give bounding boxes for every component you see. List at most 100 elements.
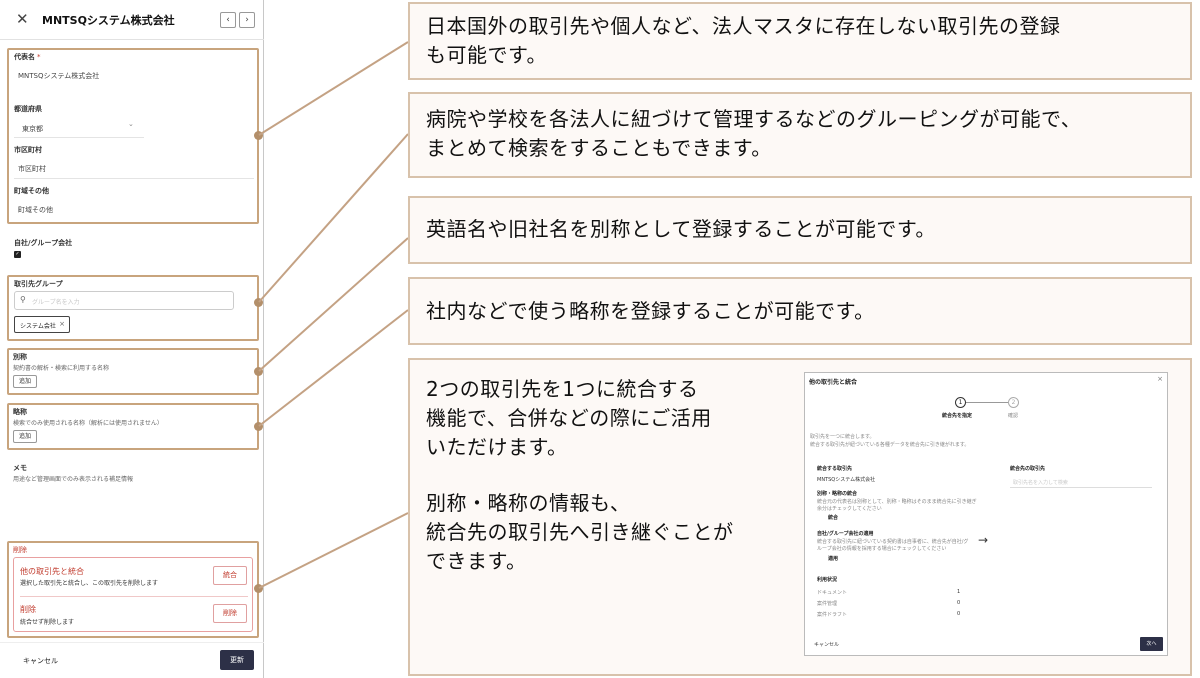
add-alias-button[interactable]: 追加 <box>13 375 37 388</box>
callout-basic-info: 日本国外の取引先や個人など、法人マスタに存在しない取引先の登録 も可能です。 <box>408 2 1192 80</box>
alias-label: 別称 <box>13 353 27 361</box>
callout-1-line-1: 日本国外の取引先や個人など、法人マスタに存在しない取引先の登録 <box>426 14 1061 38</box>
town-field[interactable]: 町域その他 <box>18 205 53 215</box>
callout-alias: 英語名や旧社名を別称として登録することが可能です。 <box>408 196 1192 264</box>
edit-client-panel: ✕ MNTSQシステム株式会社 ‹ › 代表名 * MNTSQシステム株式会社 都… <box>0 0 264 678</box>
own-group-checkbox[interactable]: ✓ <box>14 251 21 258</box>
dialog-cancel-button[interactable]: キャンセル <box>814 641 839 648</box>
prefecture-label: 都道府県 <box>14 105 42 113</box>
merge-dialog-title: 他の取引先と統合 <box>809 379 858 386</box>
cancel-button[interactable]: キャンセル <box>23 656 58 666</box>
representative-label: 代表名 * <box>14 53 41 61</box>
callout-5-line-1: 2つの取引先を1つに統合する <box>426 377 699 401</box>
connector-marker-4 <box>254 422 263 431</box>
connector-marker-3 <box>254 367 263 376</box>
callout-grouping: 病院や学校を各法人に紐づけて管理するなどのグルーピングが可能で、 まとめて検索を… <box>408 92 1192 178</box>
close-icon[interactable]: × <box>1157 375 1163 383</box>
chip-remove-icon[interactable]: × <box>59 320 65 328</box>
callout-5-line-5: 別称・略称の情報も、 <box>426 491 631 515</box>
add-abbr-button[interactable]: 追加 <box>13 430 37 443</box>
callout-2-line-2: まとめて検索をすることもできます。 <box>426 136 772 160</box>
memo-hint: 用途など管理画面でのみ表示される補足情報 <box>13 476 134 483</box>
source-value: MNTSQシステム株式会社 <box>817 477 876 483</box>
target-search-input[interactable]: 取引先名を入力して検索 <box>1010 475 1152 488</box>
abbr-label: 略称 <box>13 408 27 416</box>
close-icon[interactable]: ✕ <box>16 10 29 28</box>
alias-merge-value[interactable]: 統合 <box>828 514 838 521</box>
prefecture-underline <box>14 137 144 138</box>
footer-divider <box>0 642 264 643</box>
city-field[interactable]: 市区町村 <box>18 164 46 174</box>
merge-desc: 選択した取引先と統合し、この取引先を削除します <box>20 580 159 587</box>
usage-row-name: 案件ドラフト <box>817 612 848 618</box>
callout-5-line-2: 機能で、合併などの際にご活用 <box>426 406 712 430</box>
connector-line-3 <box>258 237 409 372</box>
own-group-label: 自社/グループ会社 <box>14 239 73 247</box>
callout-5-line-6: 統合先の取引先へ引き継ぐことが <box>426 520 734 544</box>
prev-record-button[interactable]: ‹ <box>220 12 236 28</box>
representative-field[interactable]: MNTSQシステム株式会社 <box>18 71 99 81</box>
client-group-search-input[interactable]: ⚲ グループ名を入力 <box>14 291 234 310</box>
connector-line-4 <box>258 309 409 427</box>
merge-title: 他の取引先と統合 <box>20 567 84 576</box>
group-apply-desc-2: ループ会社の情報を採用する場合にチェックしてください <box>817 546 947 552</box>
usage-row-count: 1 <box>957 589 961 595</box>
connector-line-2 <box>258 133 409 303</box>
usage-row-name: ドキュメント <box>817 590 848 596</box>
merge-intro-1: 取引先を一つに統合します。 <box>810 434 875 440</box>
callout-3-line-1: 英語名や旧社名を別称として登録することが可能です。 <box>426 217 936 241</box>
connector-marker-2 <box>254 298 263 307</box>
step-1-circle: 1 <box>955 397 966 408</box>
callout-2-line-1: 病院や学校を各法人に紐づけて管理するなどのグルーピングが可能で、 <box>426 107 1082 131</box>
memo-label: メモ <box>13 464 27 472</box>
usage-row-count: 0 <box>957 600 961 606</box>
delete-section-title: 削除 <box>13 546 27 554</box>
panel-header: ✕ MNTSQシステム株式会社 ‹ › <box>0 0 264 40</box>
town-label: 町域その他 <box>14 187 49 195</box>
step-2-circle: 2 <box>1008 397 1019 408</box>
connector-line-5 <box>258 512 409 589</box>
required-mark: * <box>37 53 41 61</box>
alias-merge-label: 別称・略称の統合 <box>817 491 858 497</box>
client-group-label: 取引先グループ <box>14 280 63 288</box>
prefecture-select[interactable]: 東京都 <box>22 124 43 134</box>
next-record-button[interactable]: › <box>239 12 255 28</box>
usage-row-count: 0 <box>957 611 961 617</box>
arrow-right-icon: → <box>978 533 989 547</box>
delete-desc: 統合せず削除します <box>20 619 75 626</box>
alias-merge-desc-1: 統合元の代表名は別称として、別称・略称はそのまま統合先に引き継ぎ <box>817 499 977 505</box>
page-title: MNTSQシステム株式会社 <box>42 14 175 27</box>
merge-button[interactable]: 統合 <box>213 566 247 585</box>
chevron-down-icon[interactable]: ⌄ <box>128 120 134 128</box>
city-label: 市区町村 <box>14 146 42 154</box>
target-search-placeholder: 取引先名を入力して検索 <box>1013 480 1068 486</box>
alias-hint: 契約書の解析・検索に利用する名称 <box>13 365 110 372</box>
group-chip: システム会社 × <box>14 316 70 333</box>
source-label: 統合する取引先 <box>817 466 853 472</box>
connector-line-1 <box>258 41 409 136</box>
group-chip-label: システム会社 <box>20 323 56 330</box>
stepper-line <box>966 402 1008 403</box>
callout-5-line-7: できます。 <box>426 549 527 573</box>
group-apply-label: 自社/グループ会社の適用 <box>817 531 874 537</box>
usage-label: 利用状況 <box>817 577 838 583</box>
delete-title: 削除 <box>20 605 36 614</box>
delete-button[interactable]: 削除 <box>213 604 247 623</box>
update-button[interactable]: 更新 <box>220 650 254 670</box>
city-underline <box>14 178 254 179</box>
usage-row-name: 案件管理 <box>817 601 838 607</box>
callout-5-line-3: いただけます。 <box>426 435 568 459</box>
target-label: 統合先の取引先 <box>1010 466 1046 472</box>
connector-marker-1 <box>254 131 263 140</box>
connector-marker-5 <box>254 584 263 593</box>
search-placeholder: グループ名を入力 <box>32 299 80 306</box>
group-apply-value[interactable]: 適用 <box>828 555 838 562</box>
merge-intro-2: 統合する取引先が紐づいている各種データを統合先に引き継がれます。 <box>810 442 970 448</box>
step-2-label: 確認 <box>1008 413 1019 419</box>
callout-4-line-1: 社内などで使う略称を登録することが可能です。 <box>426 299 875 323</box>
search-icon: ⚲ <box>20 295 26 304</box>
next-button[interactable]: 次へ <box>1140 637 1163 651</box>
abbr-hint: 検索でのみ使用される名称（解析には使用されません） <box>13 420 163 427</box>
callout-1-line-2: も可能です。 <box>426 43 547 67</box>
merge-dialog-screenshot: 他の取引先と統合 × <box>804 372 1168 656</box>
